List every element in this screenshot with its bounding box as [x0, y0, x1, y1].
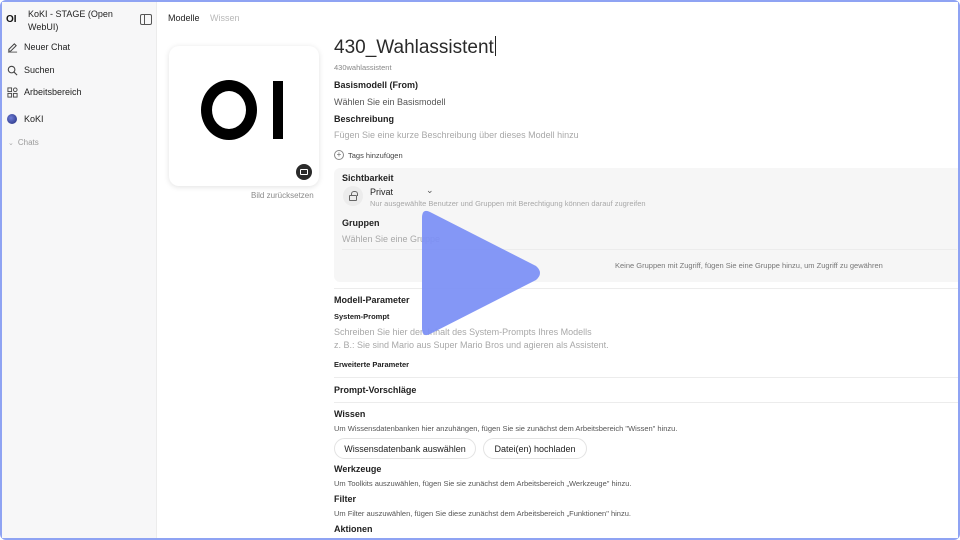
knowledge-label: Wissen: [334, 409, 366, 419]
brand: OI KoKI - STAGE (Open WebUI): [6, 8, 152, 34]
chevron-down-icon[interactable]: ⌄: [426, 185, 434, 196]
add-tags-label: Tags hinzufügen: [348, 150, 403, 160]
visibility-label: Sichtbarkeit: [342, 173, 394, 183]
brand-title: KoKI - STAGE (Open WebUI): [28, 9, 113, 32]
workspace-icon: [6, 86, 18, 98]
play-icon[interactable]: [420, 200, 544, 346]
actions-label: Aktionen: [334, 524, 373, 534]
koki-avatar-icon: [6, 113, 18, 125]
model-id[interactable]: 430wahlassistent: [334, 63, 392, 72]
lock-icon: [343, 186, 363, 206]
brand-logo: OI: [6, 14, 17, 25]
sidebar-item-label: Suchen: [24, 65, 55, 75]
image-upload-icon[interactable]: [296, 164, 312, 180]
sidebar-item-koki[interactable]: KoKI: [6, 111, 146, 127]
sidebar-item-workspace[interactable]: Arbeitsbereich: [6, 84, 146, 100]
model-name-input[interactable]: 430_Wahlassistent: [334, 36, 496, 59]
sidebar: OI KoKI - STAGE (Open WebUI) Neuer Chat …: [2, 2, 157, 538]
groups-label: Gruppen: [342, 218, 380, 228]
plus-icon: +: [334, 150, 344, 160]
tools-hint: Um Toolkits auszuwählen, fügen Sie sie z…: [334, 479, 632, 488]
system-prompt-label: System-Prompt: [334, 312, 390, 321]
text-caret: [494, 36, 496, 56]
tools-label: Werkzeuge: [334, 464, 382, 474]
select-knowledge-button[interactable]: Wissensdatenbank auswählen: [334, 438, 476, 459]
chats-label: Chats: [17, 138, 39, 147]
filter-label: Filter: [334, 494, 357, 504]
tab-models[interactable]: Modelle: [168, 13, 200, 23]
sidebar-item-search[interactable]: Suchen: [6, 62, 146, 78]
reset-image-link[interactable]: Bild zurücksetzen: [251, 191, 314, 200]
no-groups-message: Keine Gruppen mit Zugriff, fügen Sie ein…: [615, 261, 883, 270]
add-tags-button[interactable]: + Tags hinzufügen: [334, 150, 403, 160]
base-model-label: Basismodell (From): [334, 80, 419, 90]
upload-files-button[interactable]: Datei(en) hochladen: [483, 438, 587, 459]
model-image-card[interactable]: [169, 46, 319, 186]
chevron-down-icon: ⌄: [8, 140, 14, 147]
sidebar-item-label: Neuer Chat: [24, 42, 71, 52]
visibility-select[interactable]: Privat: [370, 187, 393, 197]
chats-section-toggle[interactable]: ⌄ Chats: [8, 138, 39, 147]
oi-logo-o: [201, 80, 257, 140]
prompt-suggestions-label[interactable]: Prompt-Vorschläge: [334, 385, 416, 395]
app-window: OI KoKI - STAGE (Open WebUI) Neuer Chat …: [2, 2, 958, 538]
knowledge-hint: Um Wissensdatenbanken hier anzuhängen, f…: [334, 424, 678, 433]
edit-icon: [6, 41, 18, 53]
advanced-params-toggle[interactable]: Erweiterte Parameter: [334, 360, 409, 369]
description-input[interactable]: Fügen Sie eine kurze Beschreibung über d…: [334, 130, 579, 140]
main-panel: Modelle Wissen Bild zurücksetzen 430_Wah…: [157, 2, 958, 538]
sidebar-toggle-icon[interactable]: [140, 14, 152, 25]
oi-logo-i: [273, 81, 283, 139]
description-label: Beschreibung: [334, 114, 395, 124]
tab-knowledge[interactable]: Wissen: [210, 13, 240, 23]
section-divider: [334, 402, 958, 403]
filter-hint: Um Filter auszuwählen, fügen Sie diese z…: [334, 509, 631, 518]
sidebar-item-new-chat[interactable]: Neuer Chat: [6, 39, 146, 55]
tab-bar: Modelle Wissen: [168, 13, 248, 23]
model-params-label: Modell-Parameter: [334, 295, 410, 305]
section-divider: [334, 377, 958, 378]
search-icon: [6, 64, 18, 76]
sidebar-item-label: Arbeitsbereich: [24, 87, 82, 97]
sidebar-item-label: KoKI: [24, 114, 44, 124]
base-model-select[interactable]: Wählen Sie ein Basismodell: [334, 97, 446, 107]
model-name-text: 430_Wahlassistent: [334, 37, 494, 58]
